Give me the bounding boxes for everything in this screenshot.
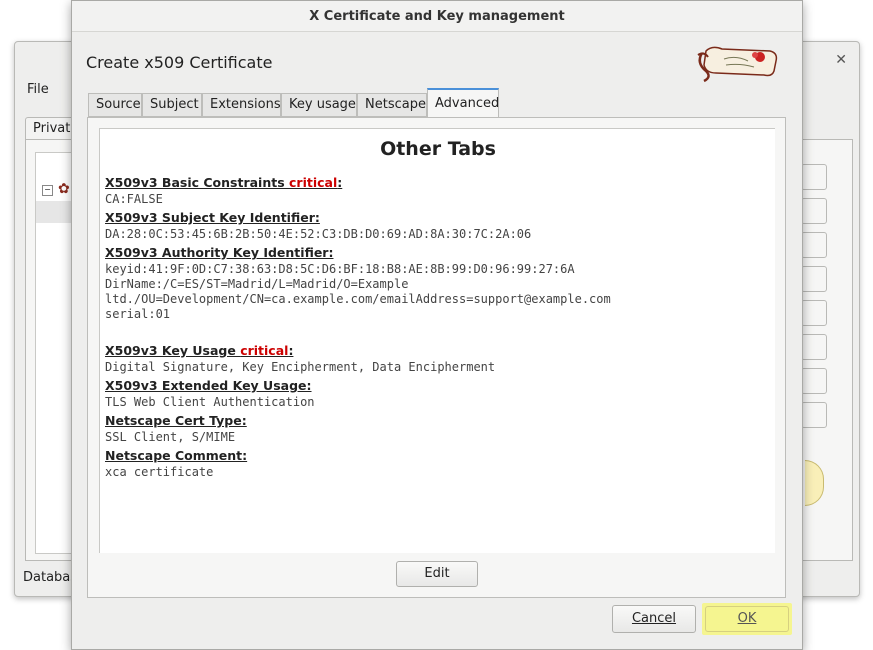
netscape-comment-value: xca certificate: [105, 465, 214, 479]
status-text: Databas: [23, 570, 78, 585]
authority-key-id-serial: serial:01: [105, 307, 171, 321]
subject-key-id-value: DA:28:0C:53:45:6B:2B:50:4E:52:C3:DB:D0:6…: [105, 227, 532, 241]
key-usage-value: Digital Signature, Key Encipherment, Dat…: [105, 360, 496, 374]
close-icon[interactable]: ✕: [835, 52, 847, 68]
side-button[interactable]: [801, 164, 827, 190]
authority-key-id-dirname-cont: ltd./OU=Development/CN=ca.example.com/em…: [105, 292, 611, 306]
tab-netscape[interactable]: Netscape: [357, 93, 427, 117]
collapse-icon[interactable]: −: [42, 185, 53, 196]
create-certificate-dialog: X Certificate and Key management Create …: [71, 0, 803, 650]
tab-advanced[interactable]: Advanced: [427, 88, 499, 118]
tab-source[interactable]: Source: [88, 93, 142, 117]
authority-key-id-keyid: keyid:41:9F:0D:C7:38:63:D8:5C:D6:BF:18:B…: [105, 262, 575, 276]
side-button[interactable]: [801, 198, 827, 224]
ok-button-highlight[interactable]: OK: [702, 603, 792, 635]
tab-subject[interactable]: Subject: [142, 93, 202, 117]
scroll-logo-icon: [697, 46, 778, 83]
side-button[interactable]: [801, 266, 827, 292]
certificate-icon: ✿: [58, 181, 70, 197]
content-title: Other Tabs: [380, 138, 496, 160]
authority-key-id-label: X509v3 Authority Key Identifier:: [105, 245, 334, 260]
edit-button[interactable]: Edit: [396, 561, 478, 587]
cancel-button[interactable]: Cancel: [612, 605, 696, 633]
subject-key-id-label: X509v3 Subject Key Identifier:: [105, 210, 320, 225]
critical-flag: critical: [240, 343, 289, 358]
extended-key-usage-label: X509v3 Extended Key Usage:: [105, 378, 312, 393]
basic-constraints-label: X509v3 Basic Constraints critical:: [105, 175, 343, 190]
dialog-title: X Certificate and Key management: [72, 1, 802, 32]
ok-button[interactable]: OK: [705, 606, 789, 632]
netscape-comment-label: Netscape Comment:: [105, 448, 248, 463]
side-button[interactable]: [801, 300, 827, 326]
tab-private-keys[interactable]: Private: [25, 117, 78, 139]
extended-key-usage-value: TLS Web Client Authentication: [105, 395, 315, 409]
netscape-cert-type-value: SSL Client, S/MIME: [105, 430, 236, 444]
list-item[interactable]: [36, 201, 76, 223]
dialog-heading: Create x509 Certificate: [86, 53, 273, 72]
advanced-text-view[interactable]: Other Tabs X509v3 Basic Constraints crit…: [99, 128, 775, 553]
side-button[interactable]: [801, 402, 827, 428]
basic-constraints-value: CA:FALSE: [105, 192, 163, 206]
critical-flag: critical: [289, 175, 338, 190]
netscape-cert-type-label: Netscape Cert Type:: [105, 413, 247, 428]
menu-file[interactable]: File: [27, 82, 49, 97]
side-button[interactable]: [801, 334, 827, 360]
authority-key-id-dirname: DirName:/C=ES/ST=Madrid/L=Madrid/O=Examp…: [105, 277, 409, 291]
tab-extensions[interactable]: Extensions: [202, 93, 281, 117]
side-button[interactable]: [801, 368, 827, 394]
tab-key-usage[interactable]: Key usage: [281, 93, 357, 117]
advanced-tab-panel: Other Tabs X509v3 Basic Constraints crit…: [87, 117, 786, 598]
key-usage-label: X509v3 Key Usage critical:: [105, 343, 294, 358]
side-button[interactable]: [801, 232, 827, 258]
